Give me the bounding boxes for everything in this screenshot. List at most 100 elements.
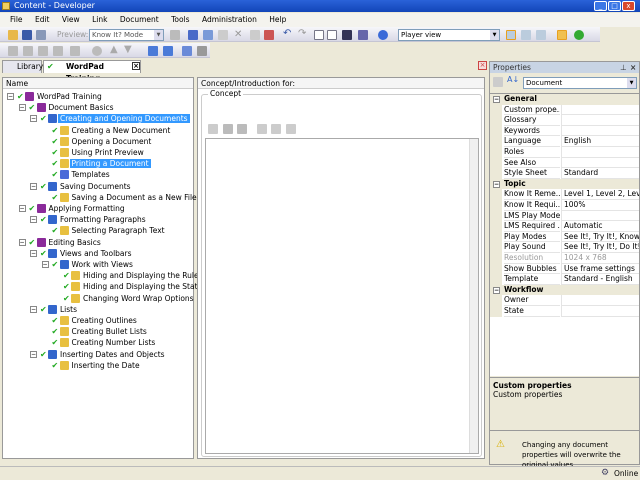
- sort-alpha-icon[interactable]: A↓: [507, 75, 519, 84]
- save-icon[interactable]: [22, 30, 32, 40]
- edit-icon[interactable]: [257, 124, 267, 134]
- tree-item[interactable]: ✔ Selecting Paragraph Text: [42, 225, 167, 236]
- property-value[interactable]: [561, 147, 639, 158]
- tree-item[interactable]: − ✔ Work with Views: [41, 259, 135, 270]
- property-value[interactable]: See It!, Try It!, Know ...: [561, 231, 639, 243]
- property-value[interactable]: [561, 157, 639, 169]
- property-value[interactable]: [561, 295, 639, 306]
- layout-1-icon[interactable]: [506, 30, 516, 40]
- demote-icon[interactable]: [163, 46, 173, 56]
- property-value[interactable]: [561, 306, 639, 317]
- property-row[interactable]: State: [490, 306, 639, 317]
- menu-administration[interactable]: Administration: [202, 15, 257, 24]
- property-row[interactable]: Style Sheet Standard: [490, 168, 639, 179]
- property-row[interactable]: LMS Play Modes: [490, 210, 639, 222]
- move-up-icon[interactable]: ▲: [110, 44, 118, 55]
- tree-item[interactable]: − ✔ Applying Formatting: [18, 203, 127, 214]
- preview-icon[interactable]: [286, 124, 296, 134]
- property-row[interactable]: Know It Reme...Level 1, Level 2, Level 3: [490, 189, 639, 200]
- tree-item[interactable]: − ✔ Saving Documents: [30, 181, 133, 192]
- layout-2-icon[interactable]: [521, 30, 531, 40]
- property-value[interactable]: [561, 125, 639, 137]
- collapse-toggle-icon[interactable]: −: [18, 205, 26, 212]
- property-value[interactable]: Automatic: [561, 221, 639, 232]
- collapse-toggle-icon[interactable]: −: [30, 182, 37, 190]
- tree-item[interactable]: ✔ Changing Word Wrap Options: [53, 293, 196, 304]
- attachment-icon[interactable]: [223, 124, 233, 134]
- maximize-button[interactable]: □: [608, 1, 621, 11]
- tree-item[interactable]: − ✔ Inserting Dates and Objects: [30, 349, 167, 360]
- close-properties-icon[interactable]: ×: [630, 62, 636, 73]
- collapse-toggle-icon[interactable]: −: [30, 216, 37, 224]
- collapse-toggle-icon[interactable]: −: [18, 238, 26, 246]
- find-broken-icon[interactable]: [264, 30, 274, 40]
- property-value[interactable]: Use frame settings: [561, 263, 639, 275]
- tree-item[interactable]: ✔ Opening a Document: [42, 136, 154, 147]
- minimize-button[interactable]: _: [594, 1, 607, 11]
- property-row[interactable]: Resolution 1024 x 768: [490, 253, 639, 264]
- find-icon[interactable]: [342, 30, 352, 40]
- close-tab-icon[interactable]: ×: [132, 62, 140, 70]
- close-button[interactable]: x: [622, 1, 635, 11]
- collapse-toggle-icon[interactable]: −: [30, 115, 37, 123]
- property-value[interactable]: Standard: [561, 168, 639, 179]
- menu-edit[interactable]: Edit: [35, 15, 50, 24]
- new-topic-icon[interactable]: [38, 46, 48, 56]
- tree-item[interactable]: ✔ Creating Outlines: [42, 315, 139, 326]
- publish-icon[interactable]: [557, 30, 567, 40]
- property-row[interactable]: Know It Requi... 100%: [490, 200, 639, 211]
- property-row[interactable]: Roles: [490, 147, 639, 158]
- concept-editor[interactable]: [205, 138, 479, 454]
- promote-icon[interactable]: [148, 46, 158, 56]
- tree-item[interactable]: − ✔ Formatting Paragraphs: [30, 214, 148, 225]
- tree-item[interactable]: − ✔ Lists: [30, 304, 79, 315]
- property-category[interactable]: − Topic: [490, 178, 639, 190]
- view-select[interactable]: Player view ▼: [398, 29, 500, 41]
- property-category[interactable]: − Workflow: [490, 284, 639, 296]
- spellcheck-icon[interactable]: [358, 30, 368, 40]
- collapse-toggle-icon[interactable]: −: [493, 96, 500, 103]
- menu-document[interactable]: Document: [120, 15, 159, 24]
- new-section-icon[interactable]: [23, 46, 33, 56]
- delete-icon[interactable]: ✕: [234, 29, 242, 40]
- name-column-header[interactable]: Name: [3, 78, 193, 89]
- menu-file[interactable]: File: [10, 15, 23, 24]
- close-pane-icon[interactable]: ×: [478, 61, 487, 70]
- tree-item[interactable]: ✔ Creating Number Lists: [42, 337, 158, 348]
- link-icon[interactable]: [182, 46, 192, 56]
- object-select[interactable]: Document ▼: [523, 77, 637, 89]
- menu-help[interactable]: Help: [269, 15, 286, 24]
- pin-icon[interactable]: ⊥: [620, 62, 627, 73]
- collapse-toggle-icon[interactable]: −: [30, 249, 37, 257]
- tab-library[interactable]: Library: [2, 60, 43, 73]
- categorized-icon[interactable]: [493, 77, 503, 87]
- editor-scrollbar[interactable]: [469, 139, 478, 453]
- property-value[interactable]: 100%: [561, 200, 639, 211]
- tree-item[interactable]: ✔ Inserting the Date: [42, 360, 142, 371]
- help-icon[interactable]: [378, 30, 388, 40]
- break-link-icon[interactable]: [271, 124, 281, 134]
- property-category[interactable]: − General: [490, 94, 639, 105]
- collapse-toggle-icon[interactable]: −: [30, 305, 37, 313]
- property-row[interactable]: Show Bubbles Use frame settings: [490, 263, 639, 275]
- property-value[interactable]: 1024 x 768: [561, 253, 639, 264]
- mode-select[interactable]: Know It? Mode ▼: [89, 29, 164, 41]
- property-value[interactable]: [561, 104, 639, 116]
- collapse-toggle-icon[interactable]: −: [493, 180, 500, 188]
- collapse-toggle-icon[interactable]: −: [493, 286, 500, 294]
- tree-item[interactable]: − ✔ Document Basics: [18, 102, 116, 113]
- copy-icon[interactable]: [203, 30, 213, 40]
- tree-item[interactable]: − ✔ WordPad Training: [7, 91, 104, 102]
- property-row[interactable]: Language English: [490, 136, 639, 147]
- layout-3-icon[interactable]: [536, 30, 546, 40]
- assessment-icon[interactable]: [70, 46, 80, 56]
- collapse-toggle-icon[interactable]: −: [30, 350, 37, 358]
- tree-item[interactable]: − ✔ Creating and Opening Documents: [30, 113, 190, 124]
- tree-item[interactable]: − ✔ Editing Basics: [18, 237, 103, 248]
- property-value[interactable]: English: [561, 136, 639, 147]
- property-row[interactable]: LMS Required ... Automatic: [490, 221, 639, 232]
- property-row[interactable]: Custom prope...: [490, 104, 639, 116]
- collapse-toggle-icon[interactable]: −: [18, 104, 26, 112]
- paste-icon[interactable]: [218, 30, 228, 40]
- move-down-icon[interactable]: ▼: [124, 44, 132, 55]
